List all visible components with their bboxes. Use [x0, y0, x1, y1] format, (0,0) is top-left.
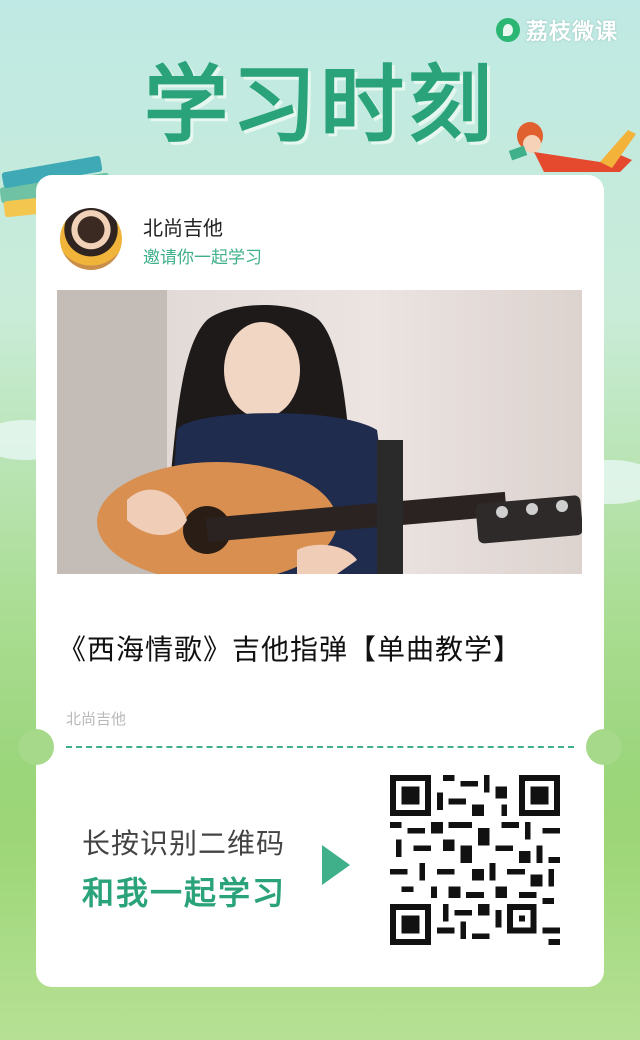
- course-title[interactable]: 《西海情歌》吉他指弹【单曲教学】: [58, 628, 522, 668]
- scan-prompt: 长按识别二维码: [82, 827, 286, 860]
- qr-code[interactable]: [390, 775, 560, 945]
- author-name[interactable]: 北尚吉他: [143, 212, 223, 241]
- card-notch-left: [18, 729, 54, 765]
- card-notch-right: [586, 729, 622, 765]
- course-author: 北尚吉他: [66, 710, 127, 728]
- play-arrow-icon: [322, 845, 350, 885]
- course-cover-image[interactable]: [57, 290, 582, 574]
- dashed-divider: [66, 746, 574, 748]
- author-avatar[interactable]: [60, 208, 122, 270]
- invite-text: 邀请你一起学习: [143, 248, 262, 268]
- learn-together-text: 和我一起学习: [82, 874, 287, 912]
